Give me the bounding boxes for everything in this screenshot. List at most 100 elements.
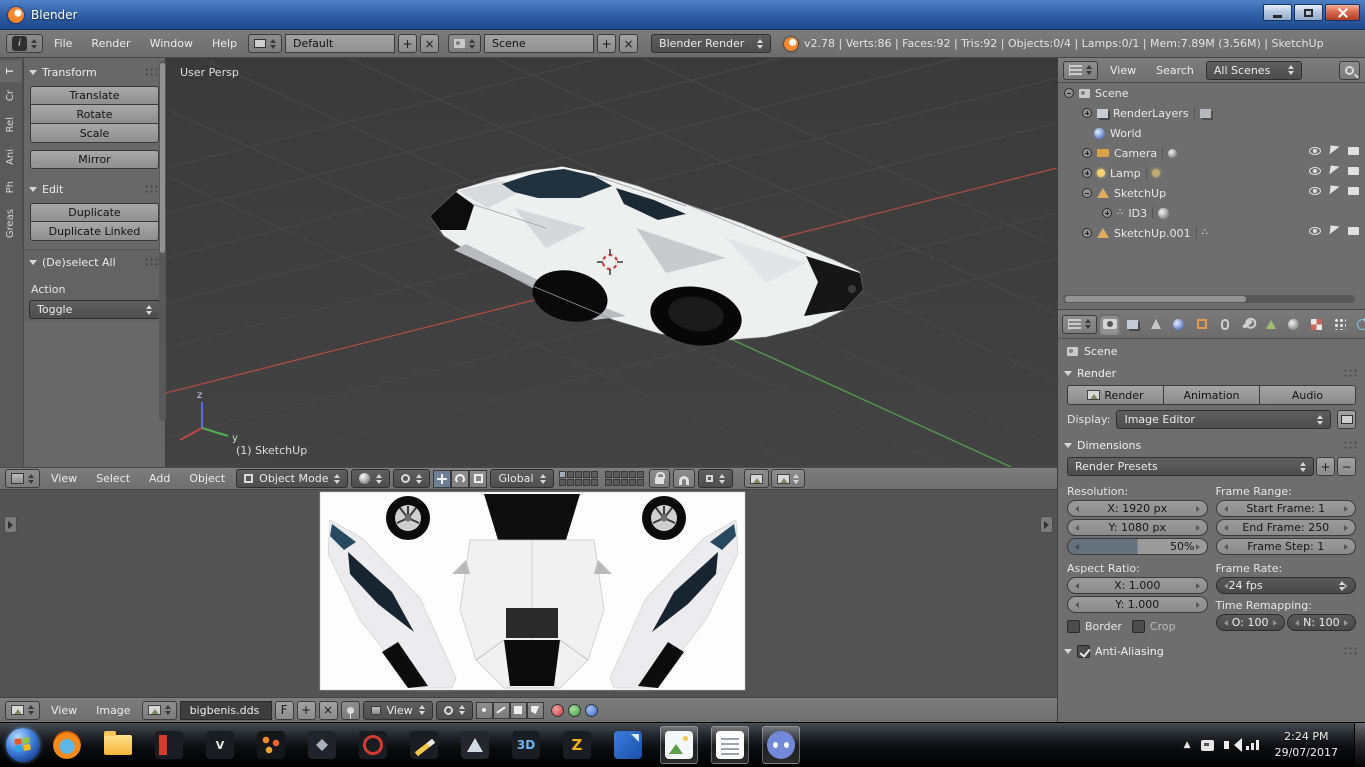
panel-drag-handle[interactable] xyxy=(1343,440,1359,451)
menu-add[interactable]: Add xyxy=(141,469,178,488)
tray-expand-arrow[interactable]: ▲ xyxy=(1184,740,1191,750)
border-checkbox-row[interactable]: Border xyxy=(1067,617,1122,635)
car-model[interactable] xyxy=(430,167,863,352)
render-still-button[interactable]: Render xyxy=(1067,385,1164,405)
scene-add-button[interactable]: + xyxy=(597,34,616,53)
image-unlink-button[interactable]: × xyxy=(319,701,338,720)
opengl-render-anim-button[interactable] xyxy=(771,469,805,488)
uv-select-edge-button[interactable] xyxy=(493,702,510,719)
panel-drag-handle[interactable] xyxy=(144,257,160,268)
translate-button[interactable]: Translate xyxy=(30,86,159,105)
display-screen-button[interactable] xyxy=(1337,410,1356,429)
tray-app-icon[interactable] xyxy=(1201,740,1214,751)
menu-help[interactable]: Help xyxy=(204,34,245,53)
document-app-icon[interactable] xyxy=(711,726,749,764)
outliner-row-sketchup001[interactable]: SketchUp.001 xyxy=(1058,223,1365,243)
preset-add-button[interactable]: + xyxy=(1316,457,1335,476)
edit-panel-header[interactable]: Edit xyxy=(29,180,160,199)
menu-render[interactable]: Render xyxy=(83,34,138,53)
menu-select[interactable]: Select xyxy=(88,469,138,488)
tab-tools[interactable]: T xyxy=(0,60,23,82)
panel-drag-handle[interactable] xyxy=(1343,368,1359,379)
aspect-x-field[interactable]: X: 1.000 xyxy=(1067,577,1208,594)
outliner-filter-dropdown[interactable]: All Scenes xyxy=(1206,61,1302,80)
volume-icon[interactable] xyxy=(1224,741,1229,749)
layers-grid-2[interactable] xyxy=(605,471,644,486)
properties-tab-world[interactable] xyxy=(1168,314,1189,335)
menu-window[interactable]: Window xyxy=(142,34,201,53)
outliner-search-button[interactable] xyxy=(1339,61,1360,80)
menu-uv-view[interactable]: View xyxy=(43,701,85,720)
properties-tab-modifiers[interactable] xyxy=(1237,314,1258,335)
properties-tab-physics[interactable] xyxy=(1352,314,1365,335)
menu-file[interactable]: File xyxy=(46,34,80,53)
remap-old-field[interactable]: O: 100 xyxy=(1216,614,1285,631)
menu-uv-image[interactable]: Image xyxy=(88,701,138,720)
outliner-h-scrollbar[interactable] xyxy=(1063,295,1355,303)
outliner-row-camera[interactable]: Camera xyxy=(1058,143,1365,163)
layers-grid-1[interactable] xyxy=(559,471,598,486)
scene-delete-button[interactable]: × xyxy=(619,34,638,53)
visibility-eye-icon[interactable] xyxy=(1309,187,1321,195)
viewport-shading-dropdown[interactable] xyxy=(351,469,390,488)
end-frame-field[interactable]: End Frame: 250 xyxy=(1216,519,1357,536)
snap-element-dropdown[interactable] xyxy=(698,469,733,488)
screen-layout-browser[interactable] xyxy=(248,34,282,53)
dimensions-panel-header[interactable]: Dimensions xyxy=(1058,435,1365,455)
expand-toggle[interactable] xyxy=(1082,228,1092,238)
outliner-row-id3[interactable]: ID3 xyxy=(1058,203,1365,223)
crop-checkbox-row[interactable]: Crop xyxy=(1132,617,1176,635)
panel-drag-handle[interactable] xyxy=(1343,646,1359,657)
red-channel-button[interactable] xyxy=(551,704,564,717)
threed-app-icon[interactable]: 3D xyxy=(507,726,545,764)
properties-tab-render[interactable] xyxy=(1099,314,1120,335)
preset-remove-button[interactable]: − xyxy=(1337,457,1356,476)
properties-tab-constraints[interactable] xyxy=(1214,314,1235,335)
renderability-camera-icon[interactable] xyxy=(1348,187,1359,195)
dots-app-icon[interactable] xyxy=(252,726,290,764)
menu-object[interactable]: Object xyxy=(181,469,233,488)
properties-tab-data[interactable] xyxy=(1260,314,1281,335)
uv-image-editor[interactable] xyxy=(0,490,1057,697)
resolution-y-field[interactable]: Y: 1080 px xyxy=(1067,519,1208,536)
region-toggle-arrow-right[interactable] xyxy=(1040,516,1053,533)
expand-toggle[interactable] xyxy=(1082,168,1092,178)
render-panel-header[interactable]: Render xyxy=(1058,363,1365,383)
minimize-button[interactable] xyxy=(1263,4,1292,21)
blue-channel-button[interactable] xyxy=(585,704,598,717)
render-presets-dropdown[interactable]: Render Presets xyxy=(1067,457,1314,476)
outliner-row-world[interactable]: World xyxy=(1058,123,1365,143)
red-circle-app-icon[interactable] xyxy=(354,726,392,764)
tab-animation[interactable]: Ani xyxy=(0,141,23,173)
taskbar-clock[interactable]: 2:24 PM 29/07/2017 xyxy=(1269,729,1344,761)
crop-checkbox[interactable] xyxy=(1132,620,1145,633)
properties-tab-scene[interactable] xyxy=(1145,314,1166,335)
viewport-3d[interactable]: z y User Persp (1) SketchUp xyxy=(166,58,1057,467)
window-titlebar[interactable]: Blender xyxy=(0,0,1365,30)
start-frame-field[interactable]: Start Frame: 1 xyxy=(1216,500,1357,517)
close-button[interactable] xyxy=(1325,4,1360,21)
duplicate-button[interactable]: Duplicate xyxy=(30,203,159,222)
pencil-app-icon[interactable] xyxy=(405,726,443,764)
snap-toggle-button[interactable] xyxy=(673,469,695,488)
collapse-toggle[interactable] xyxy=(1082,188,1092,198)
editor-type-selector-properties[interactable] xyxy=(1062,315,1097,334)
render-animation-button[interactable]: Animation xyxy=(1164,385,1260,405)
resolution-x-field[interactable]: X: 1920 px xyxy=(1067,500,1208,517)
transform-panel-header[interactable]: Transform xyxy=(29,63,160,82)
mirror-button[interactable]: Mirror xyxy=(30,150,159,169)
selectability-cursor-icon[interactable] xyxy=(1329,185,1339,195)
scene-name[interactable]: Scene xyxy=(484,34,594,53)
outliner-row-sketchup[interactable]: SketchUp xyxy=(1058,183,1365,203)
aspect-y-field[interactable]: Y: 1.000 xyxy=(1067,596,1208,613)
gray-app-icon[interactable] xyxy=(303,726,341,764)
expand-toggle[interactable] xyxy=(1102,208,1112,218)
visibility-eye-icon[interactable] xyxy=(1309,147,1321,155)
properties-tab-render-layers[interactable] xyxy=(1122,314,1143,335)
orientation-dropdown[interactable]: Global xyxy=(490,469,553,488)
scale-manipulator-button[interactable] xyxy=(469,470,487,488)
tool-shelf-scrollbar[interactable] xyxy=(159,61,166,421)
firefox-icon[interactable] xyxy=(48,726,86,764)
properties-tab-particles[interactable] xyxy=(1329,314,1350,335)
uv-view-dropdown[interactable]: View xyxy=(363,701,433,720)
